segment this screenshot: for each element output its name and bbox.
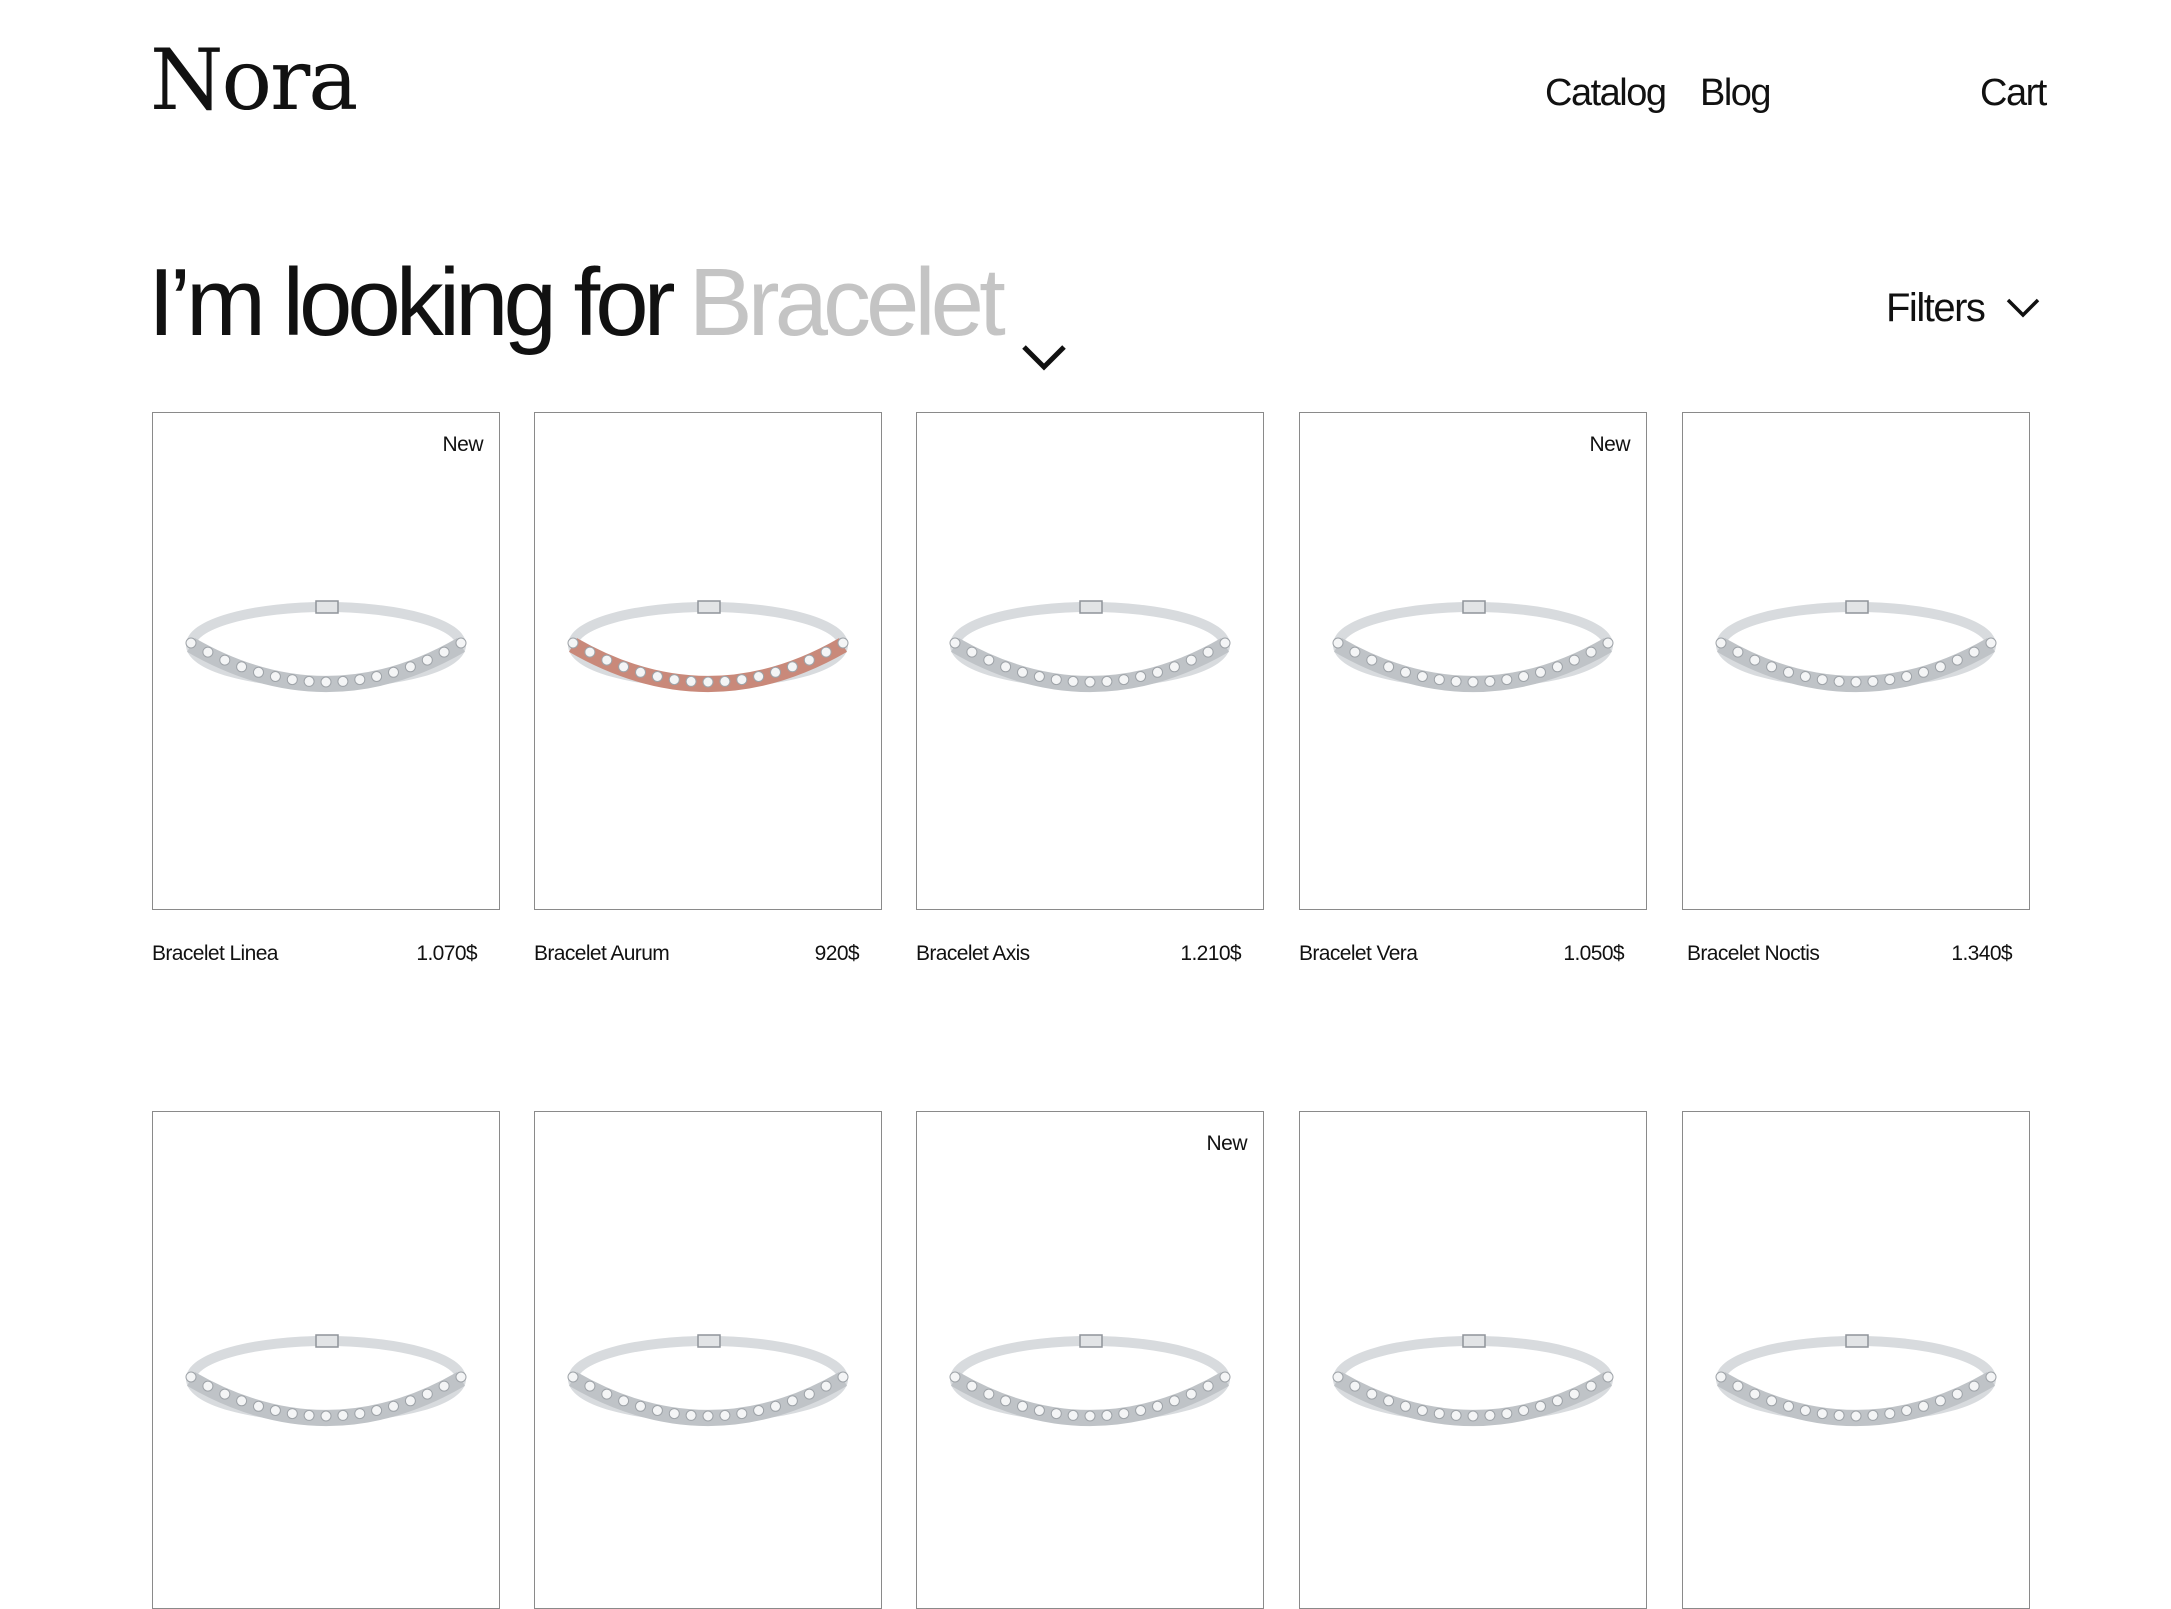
product-image [1318,1307,1628,1457]
product-card[interactable] [1299,1111,1647,1609]
nav-catalog-link[interactable]: Catalog [1545,72,1667,115]
logo[interactable]: Nora [150,38,358,122]
headline-prefix: I’m looking for [148,249,676,356]
chevron-down-icon [2006,297,2040,324]
product-name[interactable]: Bracelet Axis [916,942,1030,966]
product-card[interactable]: New [152,412,500,910]
search-headline: I’m looking for Bracelet [148,255,1067,387]
product-name[interactable]: Bracelet Noctis [1687,942,1820,966]
product-meta: Bracelet Linea 1.070$ [152,942,478,966]
product-meta: Bracelet Aurum 920$ [534,942,860,966]
new-badge: New [1589,433,1630,456]
product-image [1701,573,2011,723]
product-card[interactable]: New [916,1111,1264,1609]
product-image [171,1307,481,1457]
product-card[interactable] [1682,412,2030,910]
filters-label: Filters [1886,286,1986,330]
product-name[interactable]: Bracelet Aurum [534,942,670,966]
nav-cart-link[interactable]: Cart [1980,72,2047,115]
filters-button[interactable]: Filters [1886,286,2040,331]
product-card[interactable]: New [1299,412,1647,910]
product-image [935,573,1245,723]
product-card[interactable] [534,412,882,910]
product-card[interactable] [916,412,1264,910]
product-card[interactable] [1682,1111,2030,1609]
product-price: 1.210$ [1180,942,1241,965]
product-name[interactable]: Bracelet Linea [152,942,278,966]
category-value: Bracelet [688,249,1006,356]
product-price: 1.070$ [416,942,477,965]
product-price: 1.050$ [1563,942,1624,965]
product-meta: Bracelet Noctis 1.340$ [1687,942,2013,966]
product-name[interactable]: Bracelet Vera [1299,942,1418,966]
new-badge: New [1206,1132,1247,1155]
nav-blog-link[interactable]: Blog [1700,72,1772,115]
product-price: 1.340$ [1951,942,2012,965]
product-image [935,1307,1245,1457]
product-image [1318,573,1628,723]
product-price: 920$ [814,942,860,965]
product-meta: Bracelet Vera 1.050$ [1299,942,1625,966]
product-image [553,1307,863,1457]
chevron-down-icon [1021,291,1067,387]
product-meta: Bracelet Axis 1.210$ [916,942,1242,966]
product-image [171,573,481,723]
category-select[interactable]: Bracelet [671,255,1067,387]
product-image [553,573,863,723]
product-card[interactable] [534,1111,882,1609]
new-badge: New [442,433,483,456]
product-image [1701,1307,2011,1457]
product-card[interactable] [152,1111,500,1609]
